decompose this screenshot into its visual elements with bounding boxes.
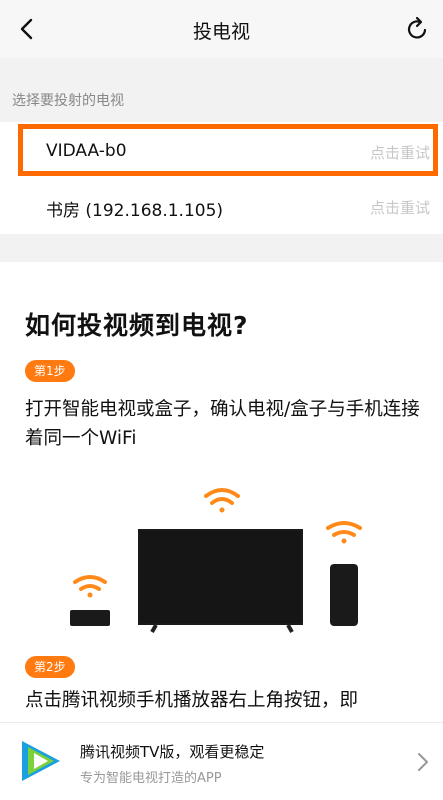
wifi-icon — [326, 521, 362, 544]
retry-button[interactable]: 点击重试 — [370, 142, 430, 163]
guide-section: 如何投视频到电视? 第1步 打开智能电视或盒子，确认电视/盒子与手机连接着同一个… — [0, 262, 443, 722]
tencent-video-logo-icon — [22, 741, 60, 781]
section-label: 选择要投射的电视 — [12, 93, 124, 109]
app-promo-banner[interactable]: 腾讯视频TV版，观看更稳定 专为智能电视打造的APP — [0, 722, 443, 800]
device-row-study[interactable]: 书房 (192.168.1.105) 点击重试 — [18, 181, 438, 233]
step-text: 点击腾讯视频手机播放器右上角按钮，即 — [25, 690, 359, 711]
tv-box-icon — [70, 610, 110, 626]
app-promo-title: 腾讯视频TV版，观看更稳定 — [80, 743, 265, 761]
tv-cast-illustration — [70, 488, 362, 633]
wifi-icon — [204, 488, 240, 513]
page-title: 投电视 — [192, 21, 250, 43]
device-name: VIDAA-b0 — [46, 141, 127, 161]
nav-bar: 投电视 — [0, 0, 443, 58]
wifi-icon — [73, 575, 107, 598]
chevron-right-icon[interactable] — [415, 751, 431, 773]
step-badge: 第1步 — [25, 360, 75, 382]
retry-button[interactable]: 点击重试 — [370, 197, 430, 218]
guide-title: 如何投视频到电视? — [25, 311, 249, 340]
step-text: 打开智能电视或盒子，确认电视/盒子与手机连接着同一个WiFi — [25, 399, 420, 449]
refresh-icon[interactable] — [403, 15, 431, 43]
phone-icon — [330, 564, 358, 626]
step-badge: 第2步 — [25, 656, 75, 678]
device-row-vidaa[interactable]: VIDAA-b0 点击重试 — [18, 124, 438, 176]
device-name: 书房 (192.168.1.105) — [46, 201, 224, 221]
app-promo-subtitle: 专为智能电视打造的APP — [80, 771, 222, 786]
